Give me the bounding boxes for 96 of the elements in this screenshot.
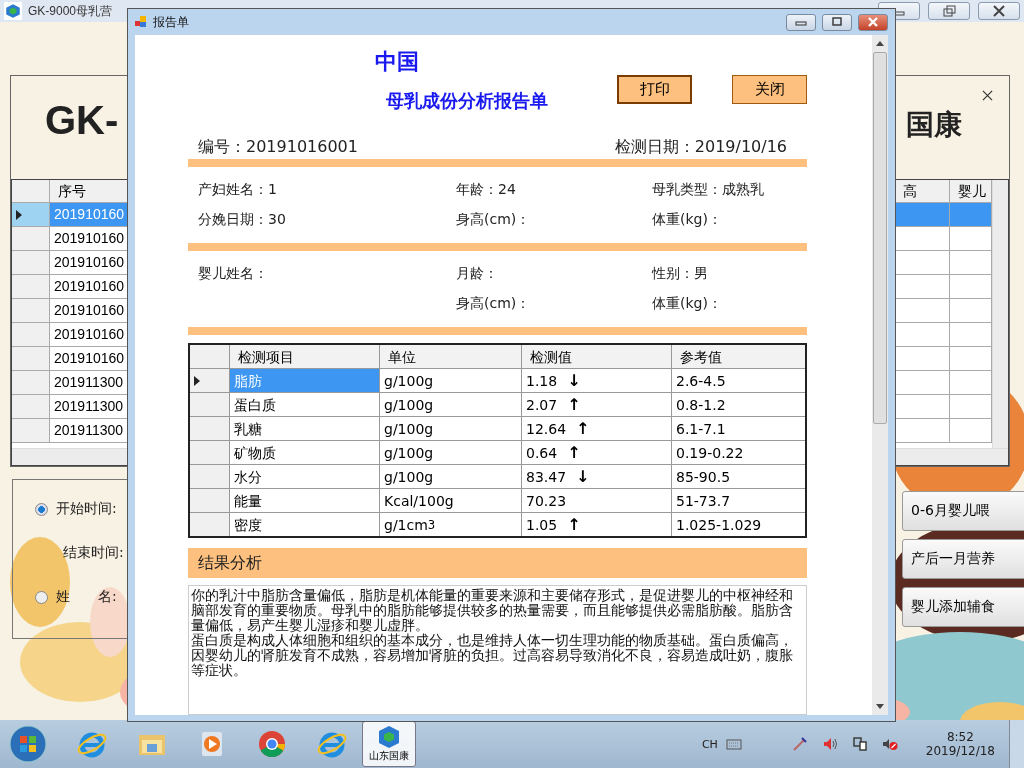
- table-cell-text: 12.64: [526, 419, 567, 439]
- scrollbar[interactable]: [872, 35, 888, 715]
- close-icon: [991, 5, 1007, 17]
- table-cell-text: 51-73.7: [675, 491, 732, 511]
- table-cell[interactable]: 能量: [230, 489, 380, 512]
- scrollbar[interactable]: [992, 180, 1008, 449]
- action-button[interactable]: 关闭: [732, 75, 807, 104]
- app-heading: GK-: [45, 98, 119, 143]
- clock-time[interactable]: 8:52: [946, 730, 974, 744]
- table-cell-text: 6.1-7.1: [675, 419, 727, 439]
- maximize-button[interactable]: [822, 13, 852, 31]
- app-logo-icon: [4, 2, 22, 20]
- table-cell[interactable]: 乳糖: [230, 417, 380, 440]
- table-cell: g/100g: [380, 465, 522, 488]
- row-pointer-icon: [194, 375, 200, 386]
- filter-label: 结束时间:: [63, 544, 124, 562]
- row-header[interactable]: [190, 369, 230, 392]
- table-cell[interactable]: 水分: [230, 465, 380, 488]
- app-taskbar-button[interactable]: 山东国康: [362, 721, 416, 767]
- table-cell-text: 85-90.5: [675, 467, 732, 487]
- table-cell[interactable]: 蛋白质: [230, 393, 380, 416]
- chrome-browser-icon[interactable]: [256, 728, 288, 760]
- maximize-icon: [830, 17, 844, 27]
- tools-icon[interactable]: [791, 736, 808, 752]
- guide-button[interactable]: 产后一月营养: [902, 539, 1024, 579]
- table-cell-text: 83.47: [526, 467, 567, 487]
- table-cell-text: 0.8-1.2: [675, 395, 727, 415]
- row-header[interactable]: [12, 203, 50, 226]
- table-cell-text: 2.6-4.5: [675, 371, 727, 391]
- app-label: 山东国康: [369, 749, 409, 763]
- guide-button[interactable]: 0-6月婴儿喂: [902, 491, 1024, 531]
- table-cell-text: 2.07: [526, 395, 558, 415]
- column-header[interactable]: 单位: [380, 345, 522, 368]
- filter-label: 开始时间:: [56, 500, 117, 518]
- info-field: 体重(kg)：: [652, 211, 807, 229]
- minimize-button[interactable]: [786, 13, 816, 31]
- info-field: 产妇姓名：1: [198, 181, 456, 199]
- trend-arrow: ↑: [567, 441, 581, 464]
- table-cell[interactable]: 密度: [230, 513, 380, 536]
- info-field: 年龄：24: [456, 181, 652, 199]
- table-cell: g/100g: [380, 369, 522, 392]
- language-indicator[interactable]: CH: [701, 737, 718, 751]
- close-icon[interactable]: [982, 90, 993, 101]
- restore-button[interactable]: [928, 2, 970, 20]
- country-title: 中国: [375, 48, 420, 76]
- minimize-icon: [794, 18, 808, 26]
- column-header[interactable]: 参考值: [672, 345, 805, 368]
- analysis-text-box[interactable]: 你的乳汁中脂肪含量偏低，脂肪是机体能量的重要来源和主要储存形式，是促进婴儿的中枢神经和脑部发育的重要物质。母乳中的脂肪能够提供较多的热量需要，而且能够提供必需脂肪酸。脂肪含量偏低，易产生婴儿湿疹和婴儿虚胖。 蛋白质是构成人体细胞和组织的基本成分，也是维持人体一切生理功能的物质基础。蛋白质偏高，因婴幼儿的肾脏发育不成熟，容易增加肾脏的负担。过高容易导致消化不良，容易造成吐奶，腹胀等症状。: [188, 585, 807, 715]
- restore-icon: [941, 5, 957, 17]
- table-cell-text: 1.05: [526, 515, 558, 535]
- table-cell-text: 1.18: [526, 371, 558, 391]
- table-cell: g/100g: [380, 441, 522, 464]
- guide-button[interactable]: 婴儿添加辅食: [902, 587, 1024, 627]
- trend-arrow: ↓: [567, 369, 581, 392]
- test-date: 检测日期：2019/10/16: [614, 136, 787, 158]
- info-field: 身高(cm)：: [456, 211, 652, 229]
- table-cell-text: 70.23: [526, 491, 567, 511]
- trend-arrow: ↑: [567, 393, 581, 416]
- window-title: 报告单: [153, 13, 189, 31]
- window-icon: [135, 16, 147, 28]
- table-cell: g/100g: [380, 393, 522, 416]
- trend-arrow: ↑: [567, 513, 581, 536]
- table-cell-text: 0.19-0.22: [675, 443, 745, 463]
- row-pointer-icon: [16, 209, 22, 220]
- report-title: 母乳成份分析报告单: [386, 89, 549, 113]
- info-field: 分娩日期：30: [198, 211, 456, 229]
- trend-arrow: ↓: [576, 465, 590, 488]
- scroll-up-icon[interactable]: [876, 41, 884, 46]
- window-title: GK-9000母乳营: [28, 2, 113, 20]
- start-button[interactable]: [8, 724, 48, 764]
- table-cell[interactable]: 矿物质: [230, 441, 380, 464]
- network-icon[interactable]: [851, 736, 868, 752]
- close-button[interactable]: [858, 13, 888, 31]
- trend-arrow: ↑: [576, 417, 590, 440]
- table-cell: Kcal/100g: [380, 489, 522, 512]
- close-icon: [866, 17, 880, 27]
- brand-name: 国康: [906, 107, 962, 143]
- close-button[interactable]: [978, 2, 1020, 20]
- scroll-down-icon[interactable]: [876, 704, 884, 709]
- table-cell-text: 1.025-1.029: [675, 515, 763, 535]
- info-field: 母乳类型：成熟乳: [652, 181, 807, 199]
- scroll-thumb[interactable]: [873, 52, 887, 424]
- analysis-paragraph: 蛋白质是构成人体细胞和组织的基本成分，也是维持人体一切生理功能的物质基础。蛋白质偏高，因婴幼儿的肾脏发育不成熟，容易增加肾脏的负担。过高容易导致消化不良，容易造成吐奶，腹胀等症状。: [191, 633, 794, 678]
- analysis-paragraph: 你的乳汁中脂肪含量偏低，脂肪是机体能量的重要来源和主要储存形式，是促进婴儿的中枢神经和脑部发育的重要物质。母乳中的脂肪能够提供较多的热量需要，而且能够提供必需脂肪酸。脂肪含量偏低，易产生婴儿湿疹和婴儿虚胖。: [191, 588, 794, 633]
- action-button[interactable]: 打印: [617, 75, 692, 104]
- section-header: 结果分析: [188, 548, 807, 578]
- table-cell-text: 0.64: [526, 443, 558, 463]
- show-desktop-button[interactable]: [1009, 720, 1024, 768]
- table-cell: g/100g: [380, 417, 522, 440]
- clock-date[interactable]: 2019/12/18: [925, 744, 995, 758]
- report-number: 编号：20191016001: [198, 136, 358, 158]
- app-logo-icon: [377, 725, 401, 749]
- column-header[interactable]: 检测项目: [230, 345, 380, 368]
- keyboard-icon[interactable]: [725, 736, 742, 752]
- column-header[interactable]: 检测值: [522, 345, 672, 368]
- speaker-icon[interactable]: [821, 736, 838, 752]
